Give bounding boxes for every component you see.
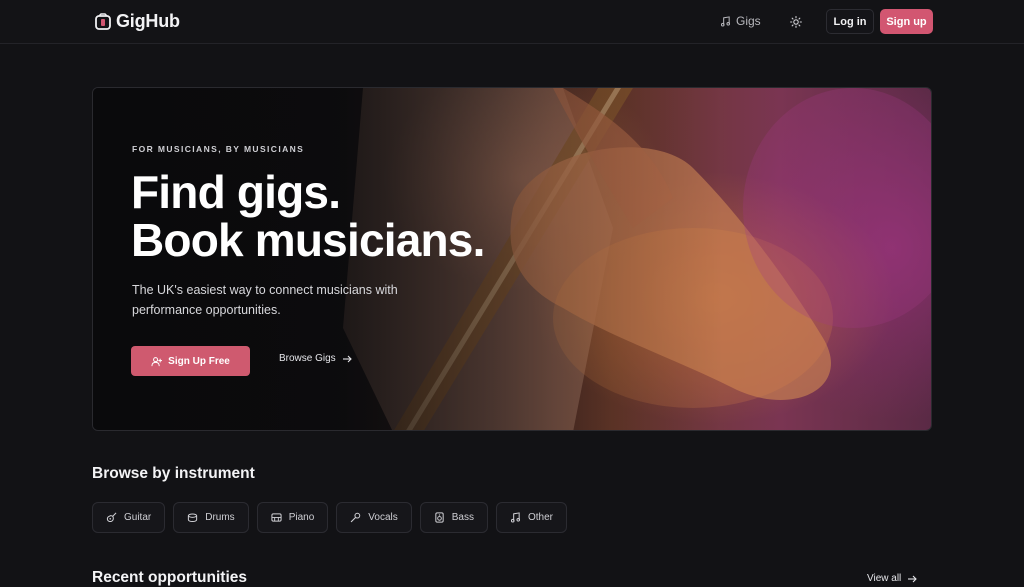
sun-icon xyxy=(790,16,802,28)
music-note-icon xyxy=(510,512,521,523)
instrument-chip-bass[interactable]: Bass xyxy=(419,502,488,533)
instrument-chip-guitar[interactable]: Guitar xyxy=(92,502,166,533)
instrument-chip-label: Other xyxy=(527,512,553,523)
signup-button[interactable]: Sign up xyxy=(880,9,933,34)
hero-eyebrow: FOR MUSICIANS, BY MUSICIANS xyxy=(132,144,305,154)
hero-subtext: The UK's easiest way to connect musician… xyxy=(132,283,398,317)
drum-icon xyxy=(188,513,198,523)
nav-link-gigs[interactable]: Gigs xyxy=(720,14,761,28)
instrument-chip-label: Guitar xyxy=(124,512,152,523)
speaker-icon xyxy=(435,512,444,523)
headline-line-1: Find gigs. xyxy=(131,166,341,218)
headline-line-2: Book musicians. xyxy=(131,214,485,266)
arrow-right-icon xyxy=(342,355,352,362)
view-all-link[interactable]: View all xyxy=(867,573,918,584)
instrument-chip-vocals[interactable]: Vocals xyxy=(336,502,412,533)
music-note-icon xyxy=(720,15,731,26)
microphone-icon xyxy=(351,512,361,523)
signup-free-label: Sign Up Free xyxy=(168,355,230,367)
instrument-chip-other[interactable]: Other xyxy=(495,502,567,533)
theme-toggle-button[interactable] xyxy=(787,13,805,31)
instrument-chip-label: Drums xyxy=(205,512,235,523)
logo-link[interactable]: GigHub xyxy=(94,11,180,32)
instrument-chip-label: Vocals xyxy=(368,512,398,523)
recent-opportunities-heading: Recent opportunities xyxy=(92,569,248,586)
browse-gigs-link[interactable]: Browse Gigs xyxy=(279,353,352,364)
hero-headline: Find gigs. Book musicians. xyxy=(131,168,485,264)
instrument-chip-drums[interactable]: Drums xyxy=(173,502,249,533)
login-button[interactable]: Log in xyxy=(826,9,874,34)
browse-by-instrument-heading: Browse by instrument xyxy=(92,465,255,482)
app-name: GigHub xyxy=(116,11,180,31)
top-navigation-bar: GigHub Gigs Log in Sign up xyxy=(0,0,1024,44)
view-all-label: View all xyxy=(867,573,902,584)
guitar-icon xyxy=(106,512,117,523)
signup-free-button[interactable]: Sign Up Free xyxy=(131,346,250,376)
user-plus-icon xyxy=(151,356,163,366)
browse-gigs-label: Browse Gigs xyxy=(279,353,336,364)
piano-icon xyxy=(271,513,282,522)
instrument-chips: Guitar Drums Piano Vocals Bass Other xyxy=(92,502,567,533)
hero-banner: FOR MUSICIANS, BY MUSICIANS Find gigs. B… xyxy=(92,87,932,431)
instrument-chip-piano[interactable]: Piano xyxy=(256,502,329,533)
guitar-amp-icon xyxy=(95,12,111,30)
instrument-chip-label: Piano xyxy=(288,512,315,523)
arrow-right-icon xyxy=(908,575,918,582)
instrument-chip-label: Bass xyxy=(451,512,474,523)
nav-gigs-label: Gigs xyxy=(736,14,761,28)
